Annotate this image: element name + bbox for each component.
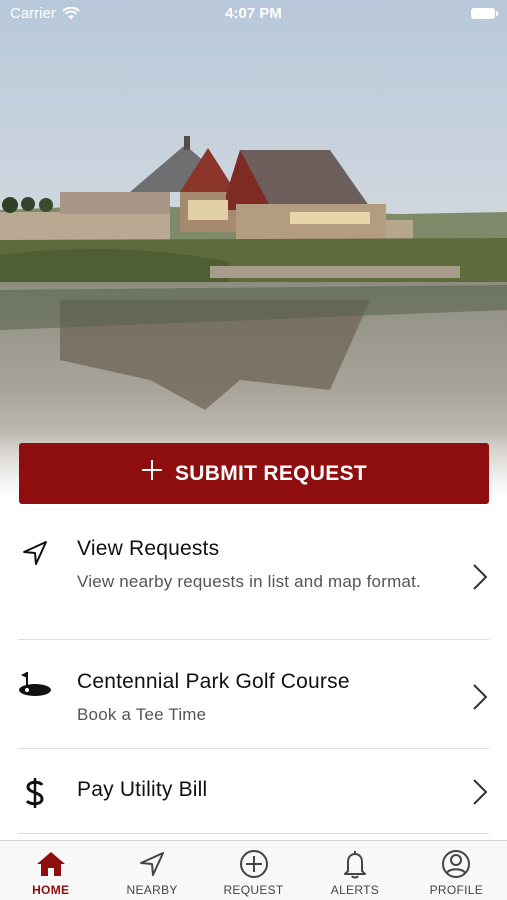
tab-nearby[interactable]: NEARBY — [101, 841, 202, 900]
tab-label: REQUEST — [223, 883, 284, 897]
chevron-right-icon — [471, 683, 489, 716]
tab-label: ALERTS — [330, 883, 380, 897]
user-circle-icon — [441, 849, 471, 879]
bell-icon — [342, 849, 368, 879]
tab-request[interactable]: REQUEST — [203, 841, 304, 900]
menu-item-view-requests[interactable]: View Requests View nearby requests in li… — [18, 510, 489, 640]
menu-item-pay-utility-bill[interactable]: Pay Utility Bill — [18, 749, 489, 834]
menu-item-title: Centennial Park Golf Course — [77, 670, 350, 693]
chevron-right-icon — [471, 778, 489, 811]
menu-list: View Requests View nearby requests in li… — [0, 510, 507, 834]
chevron-right-icon — [471, 563, 489, 596]
menu-item-title: Pay Utility Bill — [77, 778, 208, 801]
plus-circle-icon — [239, 849, 269, 879]
submit-request-button[interactable]: SUBMIT REQUEST — [19, 443, 489, 504]
battery-icon — [471, 8, 498, 19]
hero-image — [0, 0, 507, 500]
submit-request-label: SUBMIT REQUEST — [174, 461, 368, 485]
menu-item-subtitle: Book a Tee Time — [77, 705, 207, 724]
status-time: 4:07 PM — [225, 5, 282, 22]
golf-flag-icon — [18, 670, 52, 698]
menu-item-subtitle: View nearby requests in list and map for… — [77, 572, 421, 591]
tab-label: PROFILE — [429, 883, 484, 897]
navigation-arrow-icon — [18, 539, 52, 567]
menu-item-golf-course[interactable]: Centennial Park Golf Course Book a Tee T… — [18, 640, 489, 749]
tab-home[interactable]: HOME — [0, 841, 101, 900]
home-icon — [36, 849, 66, 879]
dollar-icon — [18, 777, 52, 809]
tab-label: HOME — [32, 883, 70, 897]
plus-icon — [141, 457, 163, 487]
navigation-arrow-icon — [138, 849, 166, 879]
tab-profile[interactable]: PROFILE — [406, 841, 507, 900]
tab-alerts[interactable]: ALERTS — [304, 841, 405, 900]
status-bar: Carrier 4:07 PM — [0, 0, 507, 28]
tab-label: NEARBY — [126, 883, 178, 897]
menu-item-title: View Requests — [77, 537, 220, 560]
tab-bar: HOME NEARBY REQUEST ALERTS PROFILE — [0, 840, 507, 900]
